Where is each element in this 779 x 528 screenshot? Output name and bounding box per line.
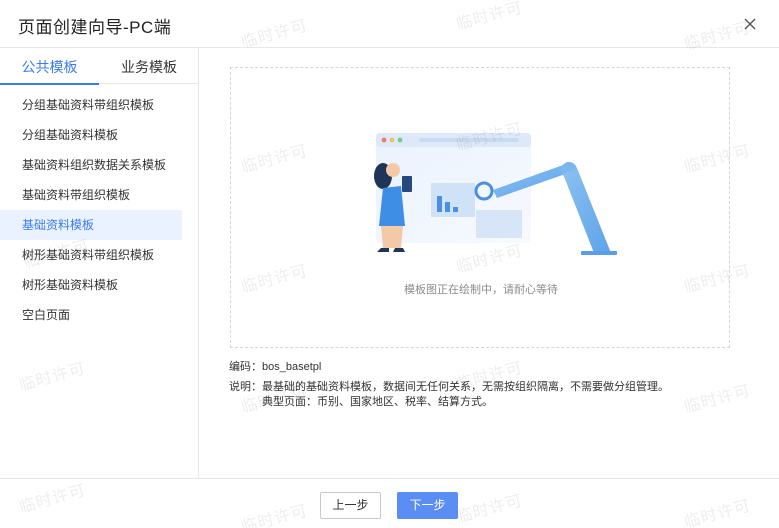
template-list: 分组基础资料带组织模板 分组基础资料模板 基础资料组织数据关系模板 基础资料带组… (0, 90, 199, 330)
previous-step-button[interactable]: 上一步 (320, 492, 381, 519)
description-label: 说明： (229, 381, 262, 393)
list-item[interactable]: 空白页面 (0, 300, 199, 330)
tab-business-templates[interactable]: 业务模板 (99, 48, 199, 84)
close-icon (744, 18, 756, 30)
dialog-footer: 上一步 下一步 (0, 478, 779, 528)
template-preview: 模板图正在绘制中，请耐心等待 (230, 67, 730, 348)
list-item[interactable]: 分组基础资料模板 (0, 120, 199, 150)
tab-label: 业务模板 (121, 59, 177, 75)
dialog-title: 页面创建向导-PC端 (18, 18, 172, 37)
template-detail: 模板图正在绘制中，请耐心等待 编码： bos_basetpl 说明： 最基础的基… (199, 48, 779, 478)
preview-placeholder-message: 模板图正在绘制中，请耐心等待 (404, 284, 558, 296)
list-item[interactable]: 基础资料组织数据关系模板 (0, 150, 199, 180)
description-line: 最基础的基础资料模板，数据间无任何关系，无需按组织隔离，不需要做分组管理。 (262, 381, 669, 393)
placeholder-illustration (374, 133, 617, 255)
template-sidebar: 公共模板 业务模板 分组基础资料带组织模板 分组基础资料模板 基础资料组织数据关… (0, 48, 199, 478)
list-item[interactable]: 树形基础资料模板 (0, 270, 199, 300)
next-step-button[interactable]: 下一步 (397, 492, 458, 519)
code-label: 编码： (229, 361, 262, 373)
close-button[interactable] (740, 14, 760, 34)
list-item[interactable]: 树形基础资料带组织模板 (0, 240, 199, 270)
template-code-row: 编码： bos_basetpl (229, 360, 669, 375)
template-tabs: 公共模板 业务模板 (0, 48, 199, 85)
tab-label: 公共模板 (21, 59, 78, 75)
page-wizard-dialog: 页面创建向导-PC端 公共模板 业务模板 分组基础资料带组织模板 分组基础资料模… (0, 0, 779, 528)
description-line: 典型页面：币别、国家地区、税率、结算方式。 (262, 396, 493, 408)
list-item[interactable]: 分组基础资料带组织模板 (0, 90, 199, 120)
active-tab-indicator (0, 83, 99, 85)
dialog-header: 页面创建向导-PC端 (0, 0, 779, 48)
description-text: 最基础的基础资料模板，数据间无任何关系，无需按组织隔离，不需要做分组管理。 典型… (262, 380, 669, 410)
tab-public-templates[interactable]: 公共模板 (0, 48, 99, 85)
template-info: 编码： bos_basetpl 说明： 最基础的基础资料模板，数据间无任何关系，… (229, 360, 669, 415)
list-item[interactable]: 基础资料带组织模板 (0, 180, 199, 210)
template-description-row: 说明： 最基础的基础资料模板，数据间无任何关系，无需按组织隔离，不需要做分组管理… (229, 380, 669, 410)
list-item-selected[interactable]: 基础资料模板 (0, 210, 182, 240)
code-value: bos_basetpl (262, 361, 322, 373)
